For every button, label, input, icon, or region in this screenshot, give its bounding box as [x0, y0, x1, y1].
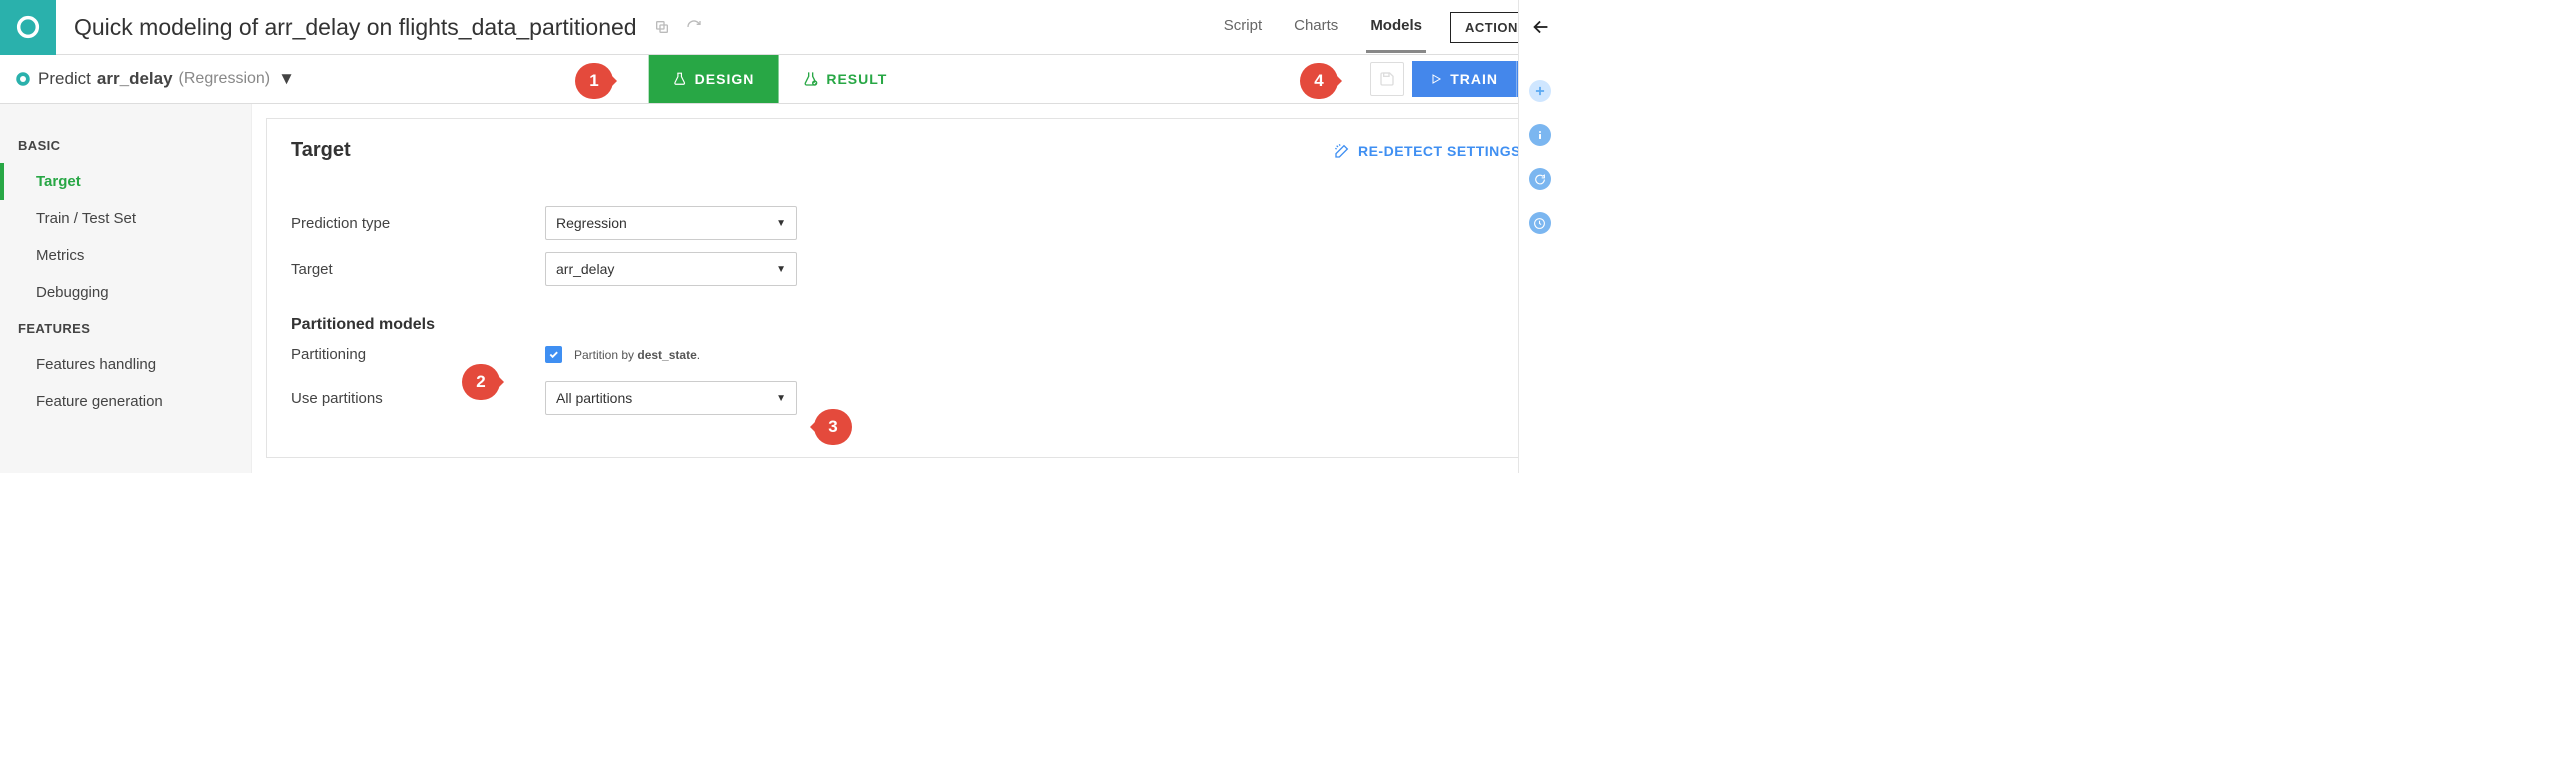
- redetect-settings-button[interactable]: RE-DETECT SETTINGS: [1334, 143, 1521, 159]
- partitioned-models-heading: Partitioned models: [291, 316, 1521, 334]
- chevron-down-icon: ▼: [776, 218, 786, 229]
- tab-design[interactable]: DESIGN: [649, 55, 779, 103]
- predict-prefix: Predict: [38, 69, 91, 89]
- sidebar-heading-basic: BASIC: [0, 128, 251, 163]
- arrow-left-icon: [1530, 16, 1552, 38]
- play-icon: [1430, 72, 1442, 86]
- use-partitions-label: Use partitions: [291, 390, 545, 407]
- copy-icon[interactable]: [651, 16, 673, 38]
- sidebar-item-feature-generation[interactable]: Feature generation: [0, 383, 251, 420]
- target-label: Target: [291, 261, 545, 278]
- sidebar-item-target[interactable]: Target: [0, 163, 251, 200]
- chat-icon[interactable]: [1529, 168, 1551, 190]
- right-rail: [1518, 0, 1560, 473]
- result-icon: [802, 71, 818, 87]
- flask-icon: [673, 71, 687, 87]
- add-icon[interactable]: [1529, 80, 1551, 102]
- chevron-down-icon: ▼: [776, 264, 786, 275]
- prediction-type-label: Prediction type: [291, 215, 545, 232]
- train-button[interactable]: TRAIN: [1412, 71, 1516, 87]
- panel-title: Target: [291, 139, 351, 162]
- target-select[interactable]: arr_delay ▼: [545, 252, 797, 286]
- logo[interactable]: [0, 0, 56, 55]
- chevron-down-icon: ▼: [776, 393, 786, 404]
- nav-models[interactable]: Models: [1366, 1, 1426, 53]
- prediction-type-select[interactable]: Regression ▼: [545, 206, 797, 240]
- nav-script[interactable]: Script: [1220, 1, 1266, 53]
- check-icon: [548, 349, 559, 360]
- partition-hint: Partition by dest_state.: [574, 348, 700, 362]
- nav-charts[interactable]: Charts: [1290, 1, 1342, 53]
- sidebar-item-train-test[interactable]: Train / Test Set: [0, 200, 251, 237]
- use-partitions-value: All partitions: [556, 390, 632, 406]
- info-icon[interactable]: [1529, 124, 1551, 146]
- prediction-type-value: Regression: [556, 215, 627, 231]
- refresh-icon[interactable]: [683, 16, 705, 38]
- tab-result[interactable]: RESULT: [778, 55, 911, 103]
- chevron-down-icon: ▼: [278, 69, 295, 89]
- history-icon[interactable]: [1529, 212, 1551, 234]
- train-label: TRAIN: [1450, 71, 1498, 87]
- wand-icon: [1334, 143, 1350, 159]
- tab-design-label: DESIGN: [695, 71, 755, 87]
- use-partitions-select[interactable]: All partitions ▼: [545, 381, 797, 415]
- save-icon: [1379, 71, 1395, 87]
- page-title: Quick modeling of arr_delay on flights_d…: [74, 14, 637, 41]
- sidebar: BASIC Target Train / Test Set Metrics De…: [0, 104, 252, 473]
- sidebar-item-metrics[interactable]: Metrics: [0, 237, 251, 274]
- back-button[interactable]: [1530, 16, 1552, 38]
- save-button[interactable]: [1370, 62, 1404, 96]
- sidebar-item-features-handling[interactable]: Features handling: [0, 346, 251, 383]
- partitioning-label: Partitioning: [291, 346, 545, 363]
- breadcrumb[interactable]: Predict arr_delay (Regression) ▼: [14, 69, 295, 89]
- target-icon: [14, 70, 32, 88]
- sidebar-heading-features: FEATURES: [0, 311, 251, 346]
- predict-target: arr_delay: [97, 69, 173, 89]
- partitioning-checkbox[interactable]: [545, 346, 562, 363]
- predict-suffix: (Regression): [179, 70, 271, 88]
- tab-result-label: RESULT: [826, 71, 887, 87]
- target-value: arr_delay: [556, 261, 614, 277]
- sidebar-item-debugging[interactable]: Debugging: [0, 274, 251, 311]
- redetect-label: RE-DETECT SETTINGS: [1358, 143, 1521, 159]
